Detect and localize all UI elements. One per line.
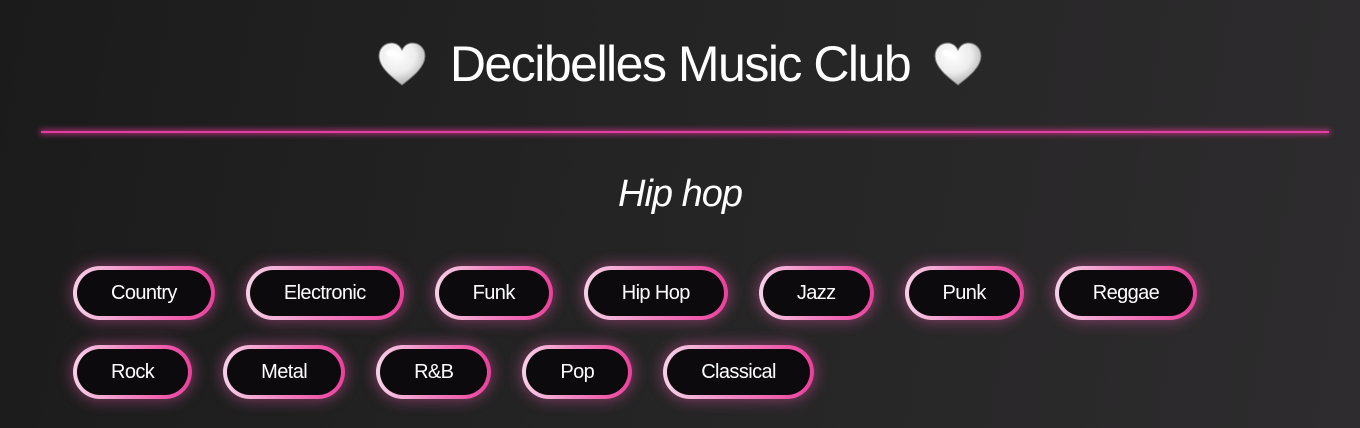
page-title: Decibelles Music Club <box>449 36 912 92</box>
genre-button-label: Jazz <box>762 270 870 316</box>
genre-button-label: Hip Hop <box>587 270 724 316</box>
genre-button-punk[interactable]: Punk <box>904 266 1024 320</box>
genre-button-rock[interactable]: Rock <box>73 345 193 399</box>
header-divider <box>41 131 1329 133</box>
selected-genre-heading: Hip hop <box>618 173 743 215</box>
genre-button-rnb[interactable]: R&B <box>376 345 492 399</box>
genre-button-funk[interactable]: Funk <box>434 266 553 320</box>
genre-button-label: R&B <box>380 349 488 395</box>
genre-button-electronic[interactable]: Electronic <box>245 266 404 320</box>
genre-button-metal[interactable]: Metal <box>223 345 346 399</box>
genre-button-label: Metal <box>227 349 342 395</box>
heart-icon <box>378 42 426 86</box>
genre-button-pop[interactable]: Pop <box>522 345 633 399</box>
genre-button-label: Classical <box>667 349 810 395</box>
genre-button-label: Funk <box>438 270 549 316</box>
heart-icon <box>934 42 982 86</box>
genre-button-list: Country Electronic Funk Hip Hop Jazz Pun… <box>73 266 1293 399</box>
genre-button-label: Country <box>77 270 211 316</box>
genre-button-hip-hop[interactable]: Hip Hop <box>583 266 728 320</box>
genre-button-label: Pop <box>526 349 629 395</box>
page-header: Decibelles Music Club <box>0 28 1360 100</box>
genre-button-reggae[interactable]: Reggae <box>1054 266 1198 320</box>
genre-button-classical[interactable]: Classical <box>663 345 814 399</box>
genre-button-country[interactable]: Country <box>73 266 215 320</box>
genre-button-label: Rock <box>77 349 189 395</box>
genre-button-label: Punk <box>908 270 1020 316</box>
genre-button-label: Reggae <box>1058 270 1194 316</box>
genre-button-jazz[interactable]: Jazz <box>758 266 874 320</box>
genre-button-label: Electronic <box>249 270 400 316</box>
